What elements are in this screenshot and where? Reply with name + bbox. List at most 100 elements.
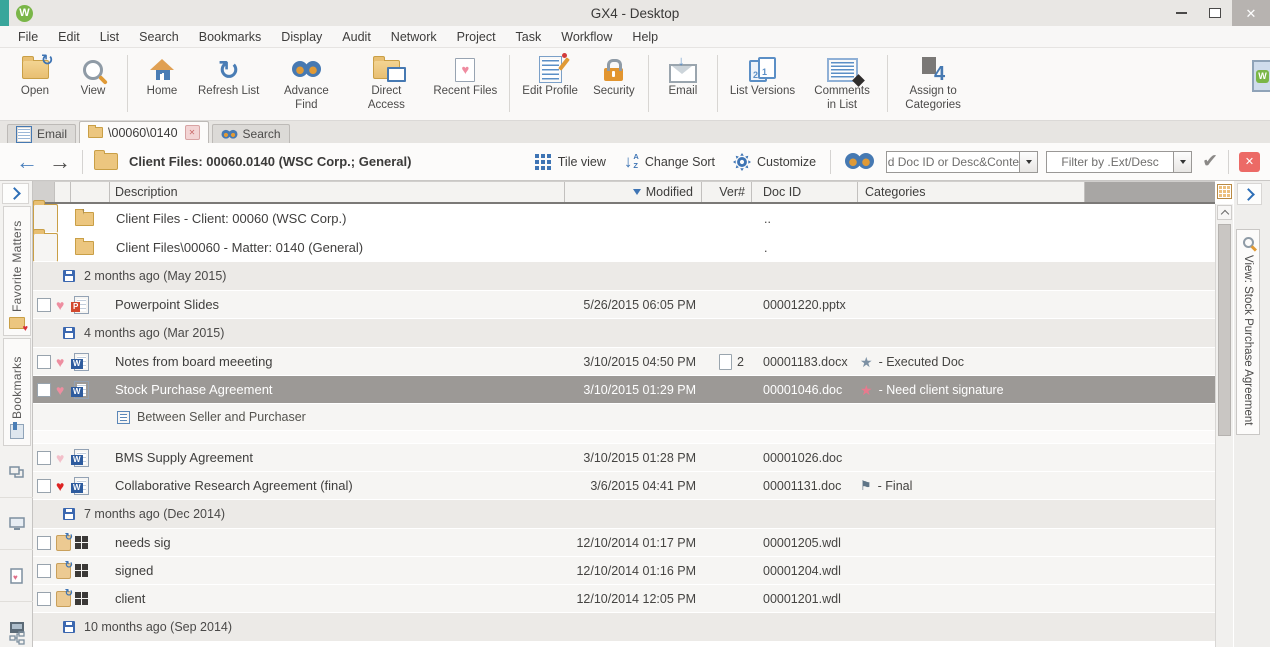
dropdown-arrow-icon[interactable]	[1173, 152, 1191, 172]
table-row-matter-folder[interactable]: Client Files\00060 - Matter: 0140 (Gener…	[33, 233, 58, 262]
search-binoculars-icon	[845, 153, 874, 170]
row-checkbox[interactable]	[37, 298, 51, 312]
row-checkbox[interactable]	[37, 451, 51, 465]
menu-item[interactable]: Network	[381, 28, 447, 46]
toolbar-divider	[887, 55, 888, 112]
menu-item[interactable]: List	[90, 28, 129, 46]
email-button[interactable]: ↓ Email	[654, 53, 712, 99]
table-row-client[interactable]: client 12/10/2014 12:05 PM 00001201.wdl	[33, 585, 1215, 613]
menu-item[interactable]: Audit	[332, 28, 381, 46]
docked-app-logo[interactable]: W	[1252, 60, 1270, 92]
maximize-button[interactable]	[1198, 0, 1232, 26]
customize-button[interactable]: Customize	[757, 155, 816, 169]
comments-in-list-button[interactable]: Comments in List	[802, 53, 882, 113]
row-checkbox[interactable]	[37, 564, 51, 578]
column-header-modified[interactable]: Modified	[565, 182, 702, 202]
clear-close-list-button[interactable]: ✕	[1239, 152, 1260, 172]
scroll-up-button[interactable]	[1217, 205, 1232, 220]
home-button[interactable]: Home	[133, 53, 191, 99]
sidebar-tab-matter-docs[interactable]: ♥	[0, 550, 33, 602]
column-header-categories[interactable]: Categories	[858, 182, 1085, 202]
apply-filter-check-icon[interactable]: ✔	[1202, 150, 1218, 173]
dropdown-arrow-icon[interactable]	[1019, 152, 1037, 172]
chevron-right-icon	[8, 187, 21, 200]
direct-access-button[interactable]: Direct Access	[346, 53, 426, 113]
header-favorite-column[interactable]	[55, 182, 71, 202]
column-header-description[interactable]: Description	[110, 182, 565, 202]
row-checkbox[interactable]	[37, 592, 51, 606]
close-button[interactable]: ✕	[1232, 0, 1270, 26]
list-versions-button[interactable]: List Versions	[723, 53, 802, 99]
menu-item[interactable]: File	[8, 28, 48, 46]
favorite-heart-icon[interactable]	[56, 479, 64, 493]
table-row-notes-from-board[interactable]: Notes from board meeeting 3/10/2015 04:5…	[33, 348, 1215, 376]
favorite-heart-icon[interactable]	[56, 355, 64, 369]
filter-combobox[interactable]: Filter by .Ext/Desc	[1046, 151, 1192, 173]
tab-close-icon[interactable]: ✕	[185, 125, 200, 140]
refresh-list-button[interactable]: ↻ Refresh List	[191, 53, 266, 99]
sidebar-tab-network[interactable]	[0, 628, 33, 647]
tab-search[interactable]: Search	[212, 124, 290, 143]
find-doc-combobox[interactable]: Find Doc ID or Desc&Contents	[886, 151, 1038, 173]
recent-files-button[interactable]: ♥ Recent Files	[426, 53, 504, 99]
save-date-icon	[63, 270, 75, 282]
group-header-row[interactable]: 7 months ago (Dec 2014)	[33, 500, 1215, 529]
sidebar-tab-computer[interactable]	[0, 498, 33, 550]
menu-item[interactable]: Edit	[48, 28, 90, 46]
comment-row[interactable]: Between Seller and Purchaser	[33, 404, 1215, 431]
edit-profile-button[interactable]: Edit Profile	[515, 53, 585, 99]
sidebar-tab-bookmarks[interactable]: Bookmarks	[3, 338, 31, 446]
sidebar-tab-share[interactable]	[0, 446, 33, 498]
column-header-doc-id[interactable]: Doc ID	[752, 182, 858, 202]
view-icon	[83, 54, 103, 85]
scrollbar-thumb[interactable]	[1218, 224, 1231, 436]
menu-item[interactable]: Search	[129, 28, 189, 46]
row-checkbox[interactable]	[37, 355, 51, 369]
minimize-icon	[1176, 12, 1187, 14]
menu-item[interactable]: Project	[447, 28, 506, 46]
row-checkbox[interactable]	[37, 383, 51, 397]
minimize-button[interactable]	[1164, 0, 1198, 26]
tab-workspace-00060-0140[interactable]: \00060\0140 ✕	[79, 121, 209, 143]
change-sort-button[interactable]: Change Sort	[645, 155, 715, 169]
table-row-stock-purchase-agreement-selected[interactable]: Stock Purchase Agreement 3/10/2015 01:29…	[33, 376, 1215, 404]
menu-item[interactable]: Display	[271, 28, 332, 46]
sidebar-tab-favorite-matters[interactable]: Favorite Matters	[3, 206, 31, 336]
advance-find-button[interactable]: Advance Find	[266, 53, 346, 113]
forward-button[interactable]: →	[49, 151, 71, 173]
table-row-bms-supply-agreement[interactable]: BMS Supply Agreement 3/10/2015 01:28 PM …	[33, 444, 1215, 472]
column-grid-icon[interactable]	[1217, 184, 1232, 199]
favorite-heart-icon[interactable]	[56, 298, 64, 312]
row-checkbox[interactable]	[37, 479, 51, 493]
view-button[interactable]: View	[64, 53, 122, 99]
vertical-scrollbar[interactable]	[1215, 204, 1233, 647]
expand-left-panel-button[interactable]	[2, 183, 29, 204]
table-row-powerpoint-slides[interactable]: Powerpoint Slides 5/26/2015 06:05 PM 000…	[33, 291, 1215, 319]
favorite-heart-icon[interactable]	[56, 383, 64, 397]
table-row-needs-sig[interactable]: needs sig 12/10/2014 01:17 PM 00001205.w…	[33, 529, 1215, 557]
menu-item[interactable]: Help	[622, 28, 668, 46]
menu-item[interactable]: Bookmarks	[189, 28, 272, 46]
favorite-heart-icon[interactable]	[56, 451, 64, 465]
view-document-tab[interactable]: View: Stock Purchase Agreement	[1236, 229, 1260, 435]
open-button[interactable]: ↻ Open	[6, 53, 64, 99]
group-header-row[interactable]: 4 months ago (Mar 2015)	[33, 319, 1215, 348]
security-button[interactable]: Security	[585, 53, 643, 99]
header-icon-column[interactable]	[71, 182, 110, 202]
table-row-signed[interactable]: signed 12/10/2014 01:16 PM 00001204.wdl	[33, 557, 1215, 585]
table-row-collaborative-research-agreement[interactable]: Collaborative Research Agreement (final)…	[33, 472, 1215, 500]
column-header-ver[interactable]: Ver#	[702, 182, 752, 202]
chevron-up-icon	[1220, 210, 1228, 218]
expand-right-panel-button[interactable]	[1237, 183, 1262, 205]
menu-item[interactable]: Task	[506, 28, 552, 46]
parent-folder-icon	[75, 212, 94, 226]
tile-view-button[interactable]: Tile view	[558, 155, 606, 169]
group-header-row[interactable]: 10 months ago (Sep 2014)	[33, 613, 1215, 642]
tile-view-icon	[535, 154, 551, 170]
group-header-row[interactable]: 2 months ago (May 2015)	[33, 262, 1215, 291]
row-checkbox[interactable]	[37, 536, 51, 550]
tab-email[interactable]: Email	[7, 124, 76, 143]
assign-to-categories-button[interactable]: 4 Assign to Categories	[893, 53, 973, 113]
menu-item[interactable]: Workflow	[551, 28, 622, 46]
back-button[interactable]: ←	[16, 151, 38, 173]
